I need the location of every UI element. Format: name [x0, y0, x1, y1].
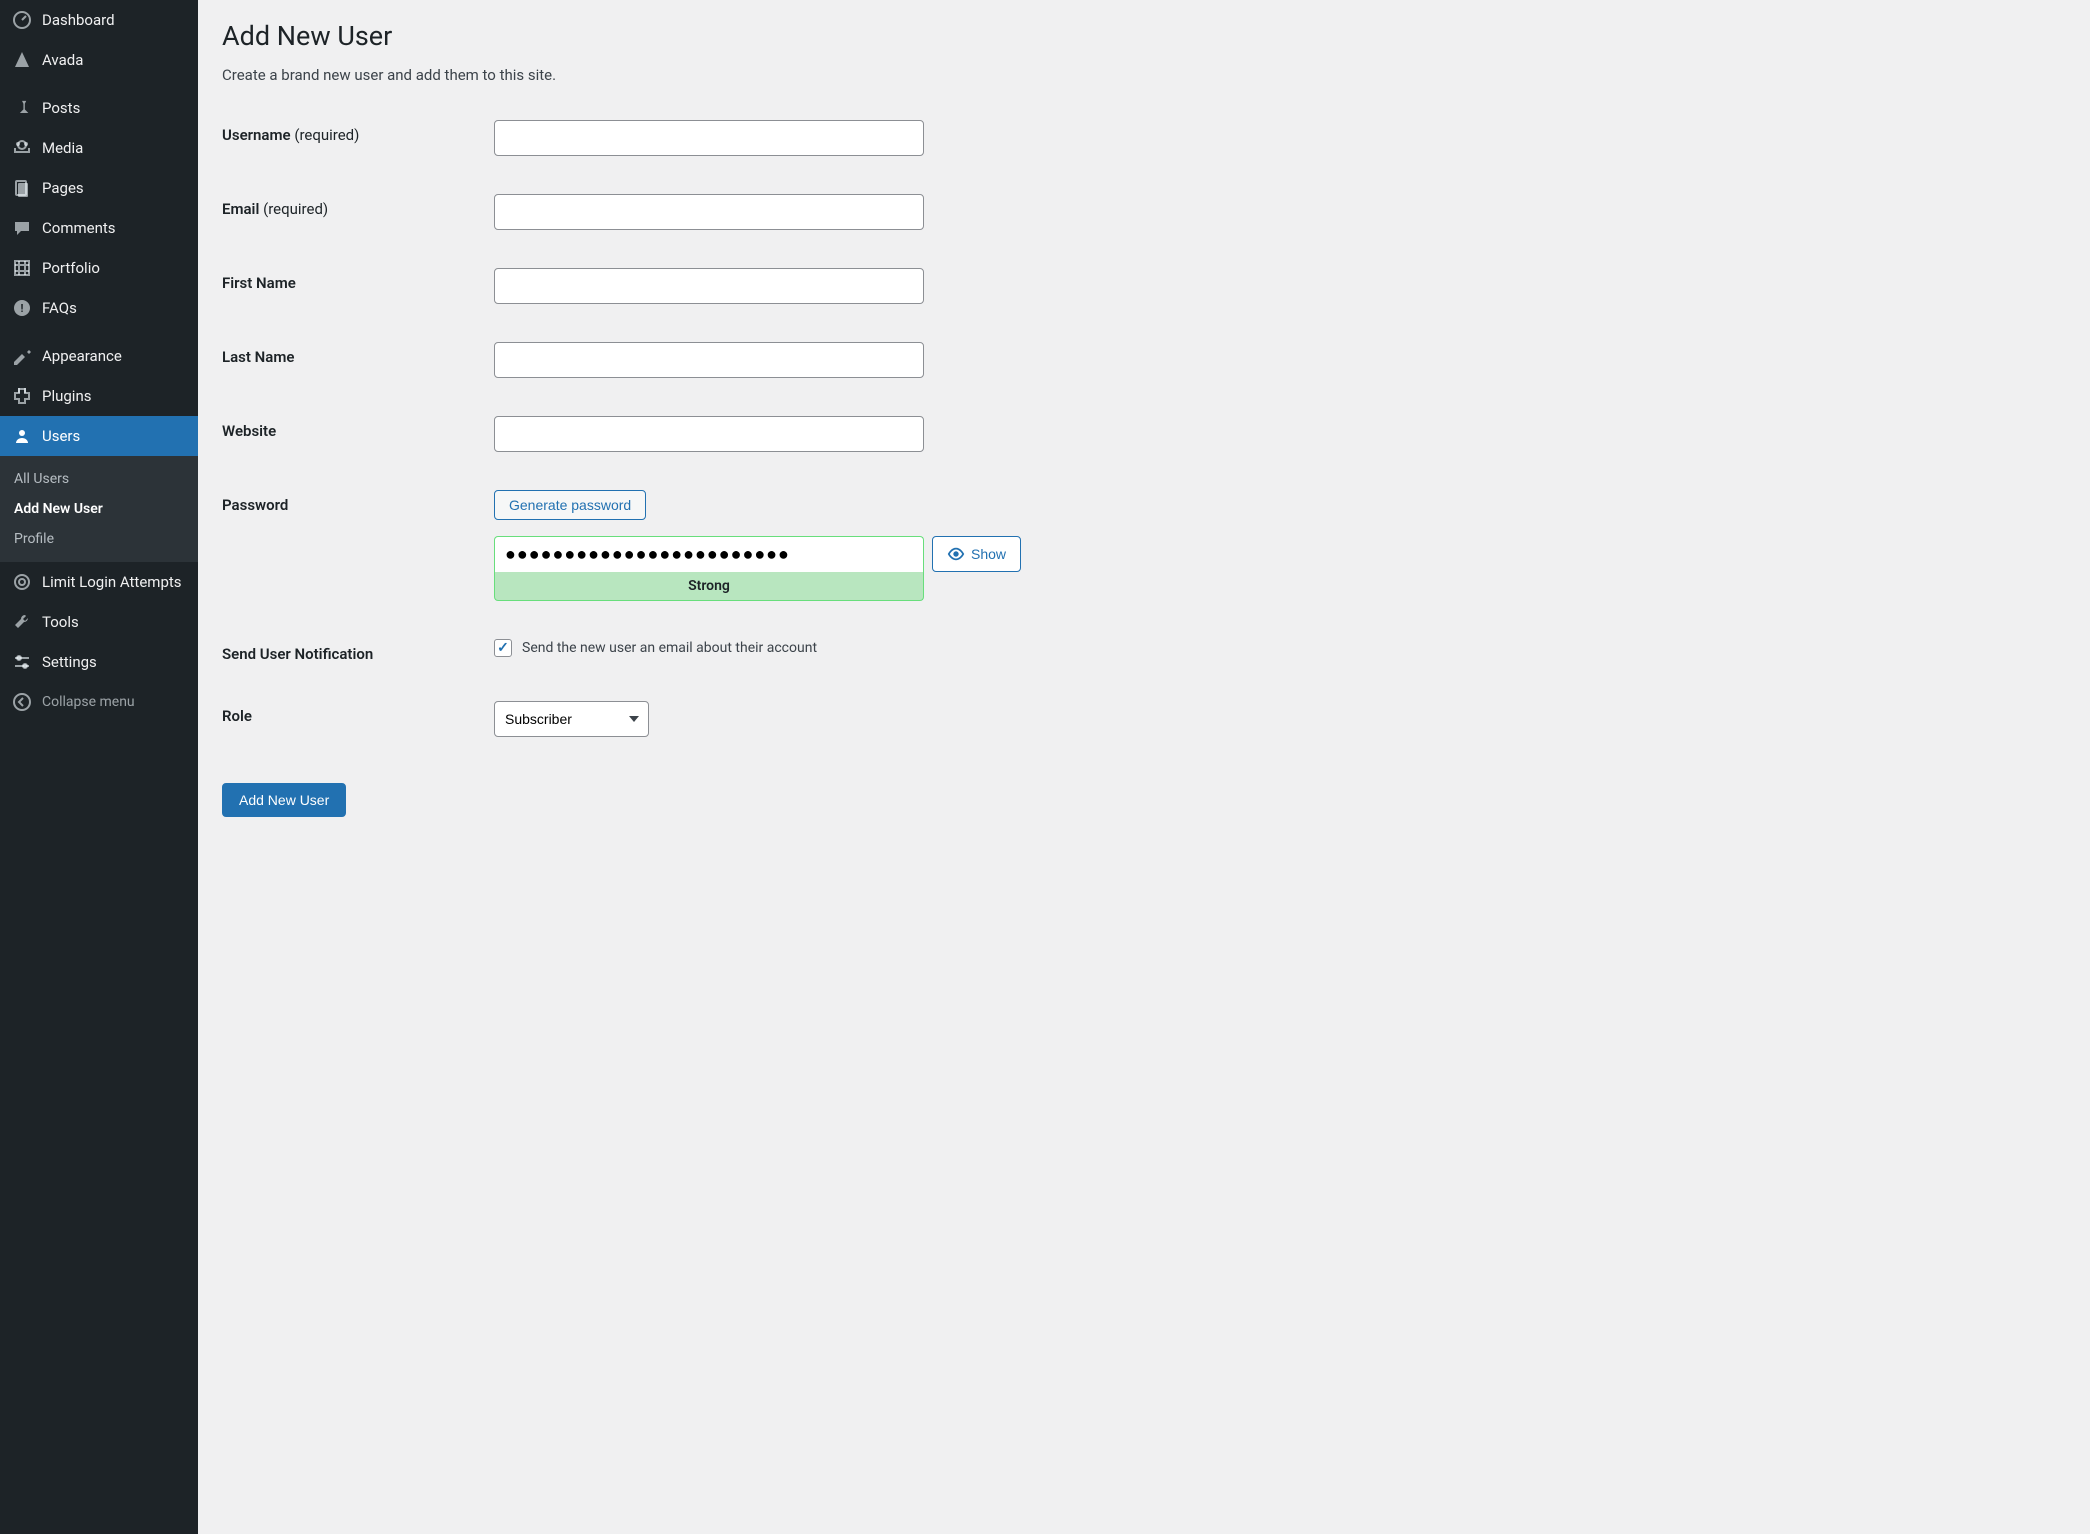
sidebar-item-label: Tools [42, 613, 79, 631]
email-label: Email (required) [222, 194, 494, 218]
comments-icon [12, 218, 32, 238]
sidebar-item-label: Dashboard [42, 11, 115, 29]
svg-text:!: ! [21, 302, 24, 315]
sidebar-item-label: Media [42, 139, 83, 157]
sidebar-item-label: Avada [42, 51, 83, 69]
username-label: Username (required) [222, 120, 494, 144]
users-submenu: All Users Add New User Profile [0, 456, 198, 562]
first-name-label: First Name [222, 268, 494, 292]
pages-icon [12, 178, 32, 198]
sidebar-item-posts[interactable]: Posts [0, 88, 198, 128]
sidebar-item-users[interactable]: Users [0, 416, 198, 456]
sidebar-item-label: Comments [42, 219, 116, 237]
sidebar-item-label: Users [42, 427, 80, 445]
sidebar-item-label: Settings [42, 653, 97, 671]
sidebar-item-label: Posts [42, 99, 80, 117]
faqs-icon: ! [12, 298, 32, 318]
show-password-button[interactable]: Show [932, 536, 1021, 572]
sidebar-item-settings[interactable]: Settings [0, 642, 198, 682]
submenu-all-users[interactable]: All Users [0, 464, 198, 494]
appearance-icon [12, 346, 32, 366]
send-notification-text: Send the new user an email about their a… [522, 640, 817, 656]
sidebar-item-portfolio[interactable]: Portfolio [0, 248, 198, 288]
sidebar-item-appearance[interactable]: Appearance [0, 336, 198, 376]
collapse-label: Collapse menu [42, 694, 135, 710]
users-icon [12, 426, 32, 446]
submenu-add-new-user[interactable]: Add New User [0, 494, 198, 524]
collapse-menu[interactable]: Collapse menu [0, 682, 198, 722]
sidebar-item-label: Portfolio [42, 259, 100, 277]
send-notification-label: Send User Notification [222, 639, 494, 663]
username-input[interactable] [494, 120, 924, 156]
email-input[interactable] [494, 194, 924, 230]
plugins-icon [12, 386, 32, 406]
sidebar-item-label: Appearance [42, 347, 122, 365]
sidebar-item-pages[interactable]: Pages [0, 168, 198, 208]
pin-icon [12, 98, 32, 118]
dashboard-icon [12, 10, 32, 30]
last-name-input[interactable] [494, 342, 924, 378]
last-name-label: Last Name [222, 342, 494, 366]
sidebar-item-dashboard[interactable]: Dashboard [0, 0, 198, 40]
avada-icon [12, 50, 32, 70]
submenu-profile[interactable]: Profile [0, 524, 198, 554]
eye-icon [947, 545, 965, 563]
password-input[interactable] [494, 536, 924, 572]
page-title: Add New User [222, 20, 2066, 52]
password-strength: Strong [494, 572, 924, 601]
website-label: Website [222, 416, 494, 440]
role-select[interactable]: Subscriber [494, 701, 649, 737]
website-input[interactable] [494, 416, 924, 452]
page-subtitle: Create a brand new user and add them to … [222, 66, 2066, 84]
generate-password-button[interactable]: Generate password [494, 490, 646, 520]
limit-login-icon [12, 572, 32, 592]
sidebar-item-avada[interactable]: Avada [0, 40, 198, 80]
sidebar-item-plugins[interactable]: Plugins [0, 376, 198, 416]
main-content: Add New User Create a brand new user and… [198, 0, 2090, 1534]
admin-sidebar: Dashboard Avada Posts Media Pages Commen… [0, 0, 198, 1534]
tools-icon [12, 612, 32, 632]
sidebar-item-limit-login[interactable]: Limit Login Attempts [0, 562, 198, 602]
role-label: Role [222, 701, 494, 725]
sidebar-item-label: Pages [42, 179, 84, 197]
send-notification-checkbox[interactable] [494, 639, 512, 657]
portfolio-icon [12, 258, 32, 278]
collapse-icon [12, 692, 32, 712]
settings-icon [12, 652, 32, 672]
media-icon [12, 138, 32, 158]
sidebar-item-label: FAQs [42, 299, 77, 317]
sidebar-item-faqs[interactable]: ! FAQs [0, 288, 198, 328]
add-new-user-button[interactable]: Add New User [222, 783, 346, 817]
sidebar-item-comments[interactable]: Comments [0, 208, 198, 248]
first-name-input[interactable] [494, 268, 924, 304]
sidebar-item-media[interactable]: Media [0, 128, 198, 168]
sidebar-item-tools[interactable]: Tools [0, 602, 198, 642]
sidebar-item-label: Limit Login Attempts [42, 573, 182, 591]
password-label: Password [222, 490, 494, 514]
sidebar-item-label: Plugins [42, 387, 91, 405]
